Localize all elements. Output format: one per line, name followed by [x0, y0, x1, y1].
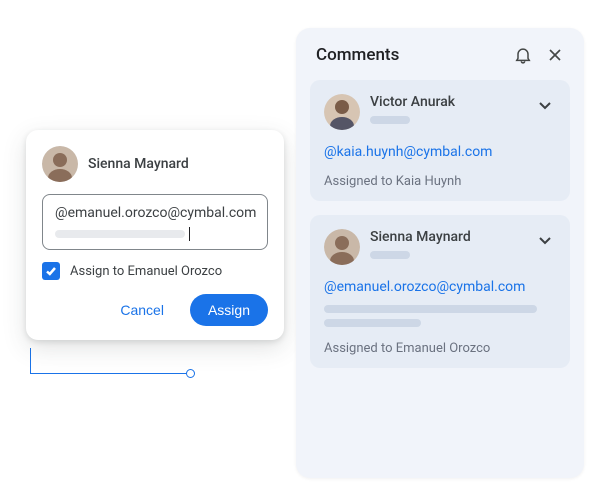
avatar — [324, 94, 360, 130]
avatar — [42, 146, 78, 182]
mention-text: @emanuel.orozco@cymbal.com — [55, 205, 255, 221]
assigned-to-text: Assigned to Emanuel Orozco — [324, 341, 556, 356]
comment-author-name: Victor Anurak — [370, 94, 524, 110]
chevron-down-icon[interactable] — [534, 94, 556, 116]
assign-comment-popover: Sienna Maynard @emanuel.orozco@cymbal.co… — [26, 130, 284, 340]
panel-header: Comments — [310, 42, 570, 66]
close-icon[interactable] — [544, 44, 566, 66]
button-row: Cancel Assign — [42, 294, 268, 326]
mention-link[interactable]: @kaia.huynh@cymbal.com — [324, 144, 556, 160]
author-name: Sienna Maynard — [88, 156, 189, 172]
cancel-button[interactable]: Cancel — [102, 294, 182, 326]
comment-author-name: Sienna Maynard — [370, 229, 524, 245]
chevron-down-icon[interactable] — [534, 229, 556, 251]
panel-title: Comments — [316, 45, 502, 65]
connector-line — [30, 348, 190, 374]
comment-input[interactable]: @emanuel.orozco@cymbal.com — [42, 194, 268, 250]
assigned-to-text: Assigned to Kaia Huynh — [324, 174, 556, 189]
assign-checkbox[interactable] — [42, 262, 60, 280]
author-row: Sienna Maynard — [42, 146, 268, 182]
input-placeholder-line — [55, 227, 255, 241]
assign-checkbox-row: Assign to Emanuel Orozco — [42, 262, 268, 280]
avatar — [324, 229, 360, 265]
comment-thread: Sienna Maynard @emanuel.orozco@cymbal.co… — [310, 215, 570, 368]
timestamp-placeholder — [370, 251, 410, 259]
mention-link[interactable]: @emanuel.orozco@cymbal.com — [324, 279, 556, 295]
connector-dot-icon — [186, 369, 195, 378]
comment-body-placeholder — [324, 305, 556, 327]
assign-checkbox-label: Assign to Emanuel Orozco — [70, 264, 222, 279]
comments-panel: Comments Victor Anurak @kaia.huynh@cymba… — [296, 28, 584, 478]
comment-thread: Victor Anurak @kaia.huynh@cymbal.com Ass… — [310, 80, 570, 201]
timestamp-placeholder — [370, 116, 410, 124]
comment-header: Victor Anurak — [324, 94, 556, 130]
assign-button[interactable]: Assign — [190, 294, 268, 326]
bell-icon[interactable] — [512, 44, 534, 66]
comment-header: Sienna Maynard — [324, 229, 556, 265]
